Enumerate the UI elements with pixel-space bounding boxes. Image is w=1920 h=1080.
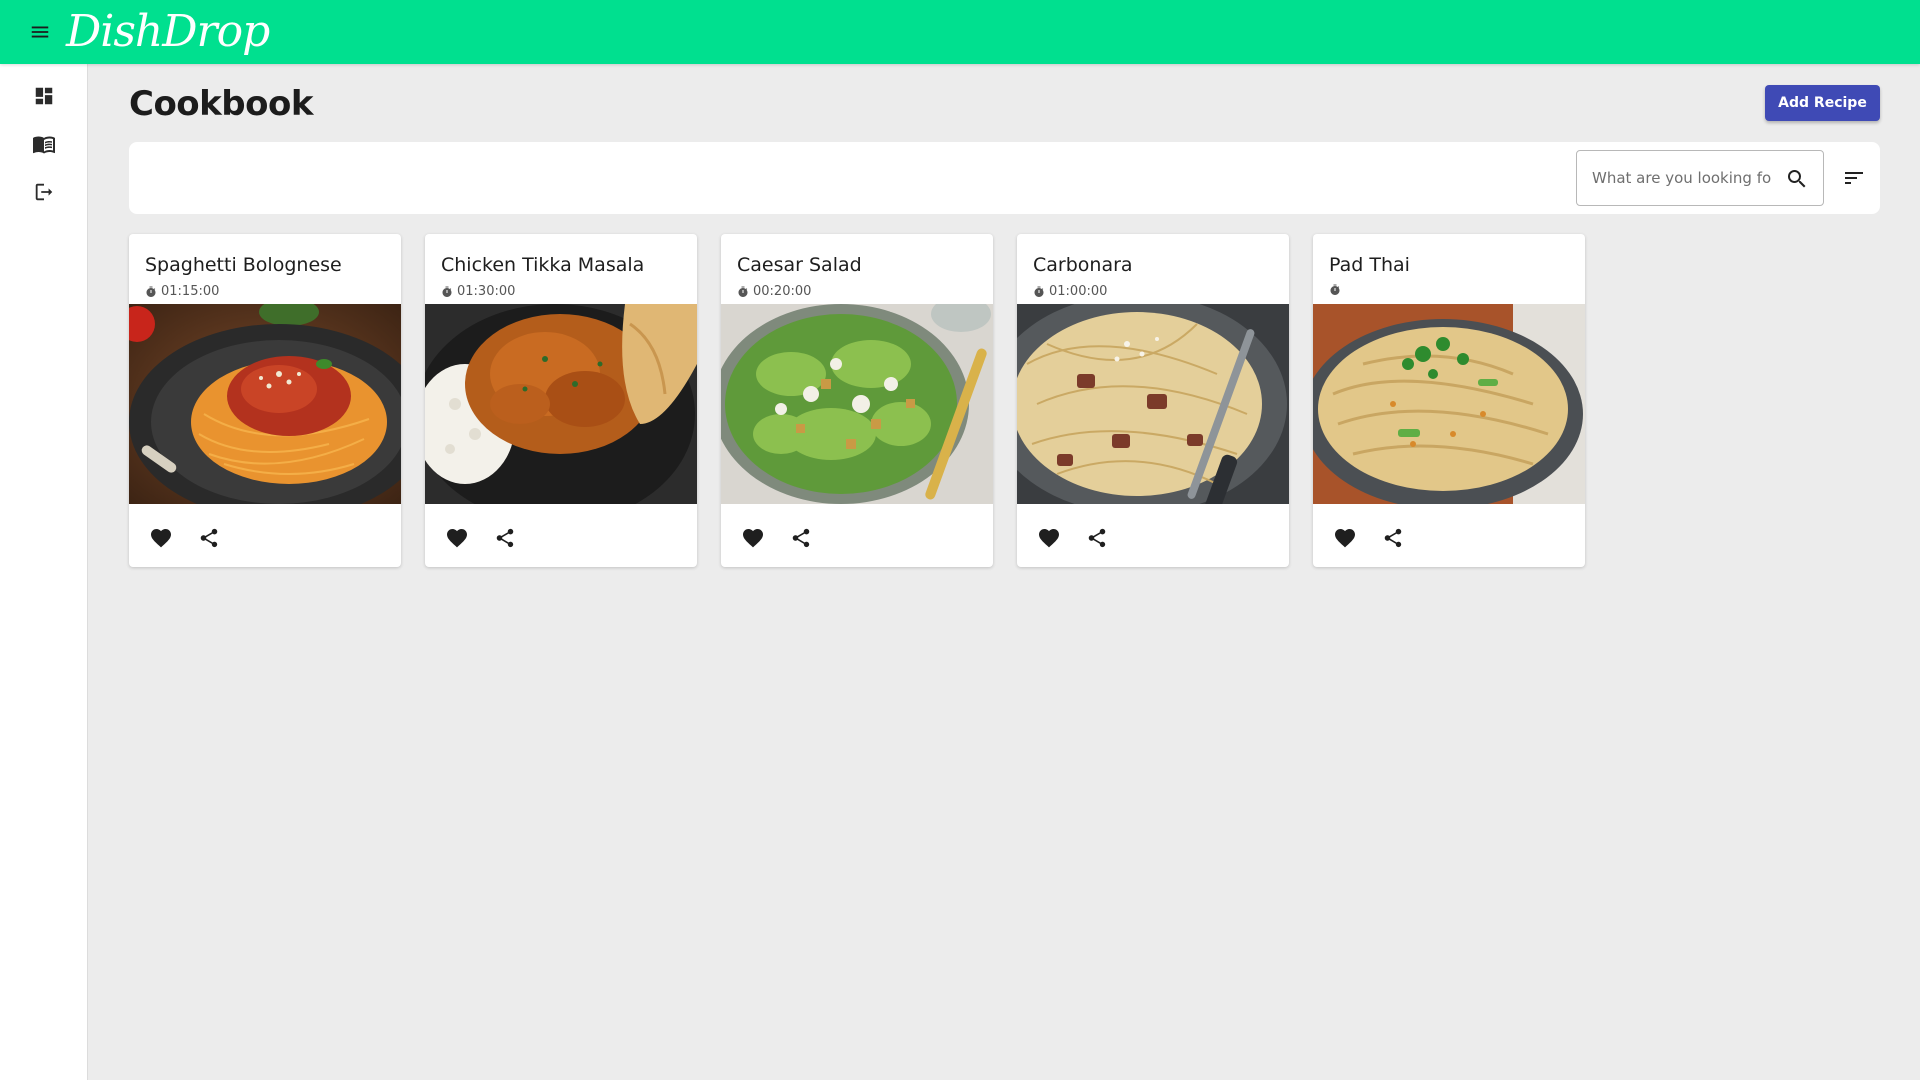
recipe-time bbox=[1329, 284, 1345, 296]
hamburger-menu-icon bbox=[31, 26, 49, 38]
recipe-title[interactable]: Caesar Salad bbox=[737, 254, 862, 276]
sidebar-item-dashboard[interactable] bbox=[24, 76, 64, 116]
share-button[interactable] bbox=[785, 522, 817, 554]
favorite-button[interactable] bbox=[145, 522, 177, 554]
recipe-time: 00:20:00 bbox=[737, 284, 811, 299]
carbonara-photo[interactable] bbox=[1017, 304, 1289, 504]
timer-icon bbox=[442, 286, 452, 297]
recipe-time-value: 00:20:00 bbox=[753, 284, 812, 299]
share-icon bbox=[1088, 528, 1106, 548]
search-field[interactable] bbox=[1576, 150, 1824, 206]
recipe-card[interactable]: Pad Thai bbox=[1313, 234, 1585, 567]
main-content: Cookbook Add Recipe Spaghetti Bolognese … bbox=[89, 64, 1920, 1080]
heart-icon bbox=[1039, 529, 1059, 548]
menu-button[interactable] bbox=[20, 12, 60, 52]
chicken-tikka-masala-photo[interactable] bbox=[425, 304, 697, 504]
heart-icon bbox=[151, 529, 171, 548]
share-icon bbox=[200, 528, 218, 548]
share-button[interactable] bbox=[193, 522, 225, 554]
caesar-salad-photo[interactable] bbox=[721, 304, 993, 504]
add-recipe-button[interactable]: Add Recipe bbox=[1765, 85, 1880, 121]
timer-icon bbox=[1330, 284, 1340, 295]
recipe-time: 01:00:00 bbox=[1033, 284, 1107, 299]
sort-icon[interactable] bbox=[1842, 166, 1866, 190]
recipe-title[interactable]: Pad Thai bbox=[1329, 254, 1410, 276]
logout-icon bbox=[35, 183, 53, 201]
recipe-time-value: 01:00:00 bbox=[1049, 284, 1108, 299]
search-input[interactable] bbox=[1592, 169, 1788, 187]
timer-icon bbox=[146, 286, 156, 297]
recipe-title[interactable]: Carbonara bbox=[1033, 254, 1133, 276]
sidebar bbox=[0, 64, 88, 1080]
recipe-card[interactable]: Caesar Salad 00:20:00 bbox=[721, 234, 993, 567]
favorite-button[interactable] bbox=[441, 522, 473, 554]
pad-thai-photo[interactable] bbox=[1313, 304, 1585, 504]
timer-icon bbox=[738, 286, 748, 297]
brand-logo[interactable]: DishDrop bbox=[66, 0, 270, 64]
recipe-time: 01:15:00 bbox=[145, 284, 219, 299]
app-bar: DishDrop bbox=[0, 0, 1920, 64]
recipe-title[interactable]: Chicken Tikka Masala bbox=[441, 254, 644, 276]
book-icon bbox=[33, 136, 55, 154]
heart-icon bbox=[743, 529, 763, 548]
heart-icon bbox=[1335, 529, 1355, 548]
recipe-title[interactable]: Spaghetti Bolognese bbox=[145, 254, 342, 276]
page-title: Cookbook bbox=[129, 84, 313, 124]
recipe-time: 01:30:00 bbox=[441, 284, 515, 299]
search-icon[interactable] bbox=[1785, 167, 1809, 191]
favorite-button[interactable] bbox=[737, 522, 769, 554]
timer-icon bbox=[1034, 286, 1044, 297]
spaghetti-bolognese-photo[interactable] bbox=[129, 304, 401, 504]
sidebar-item-cookbook[interactable] bbox=[24, 124, 64, 164]
share-button[interactable] bbox=[489, 522, 521, 554]
heart-icon bbox=[447, 529, 467, 548]
dashboard-icon bbox=[35, 87, 53, 105]
share-icon bbox=[496, 528, 514, 548]
recipe-card[interactable]: Carbonara 01:00:00 bbox=[1017, 234, 1289, 567]
share-icon bbox=[1384, 528, 1402, 548]
favorite-button[interactable] bbox=[1329, 522, 1361, 554]
recipe-card[interactable]: Chicken Tikka Masala 01:30:00 bbox=[425, 234, 697, 567]
recipe-time-value: 01:30:00 bbox=[457, 284, 516, 299]
favorite-button[interactable] bbox=[1033, 522, 1065, 554]
sidebar-item-logout[interactable] bbox=[24, 172, 64, 212]
recipe-time-value: 01:15:00 bbox=[161, 284, 220, 299]
recipe-card[interactable]: Spaghetti Bolognese 01:15:00 bbox=[129, 234, 401, 567]
search-toolbar bbox=[129, 142, 1880, 214]
share-button[interactable] bbox=[1081, 522, 1113, 554]
share-icon bbox=[792, 528, 810, 548]
share-button[interactable] bbox=[1377, 522, 1409, 554]
